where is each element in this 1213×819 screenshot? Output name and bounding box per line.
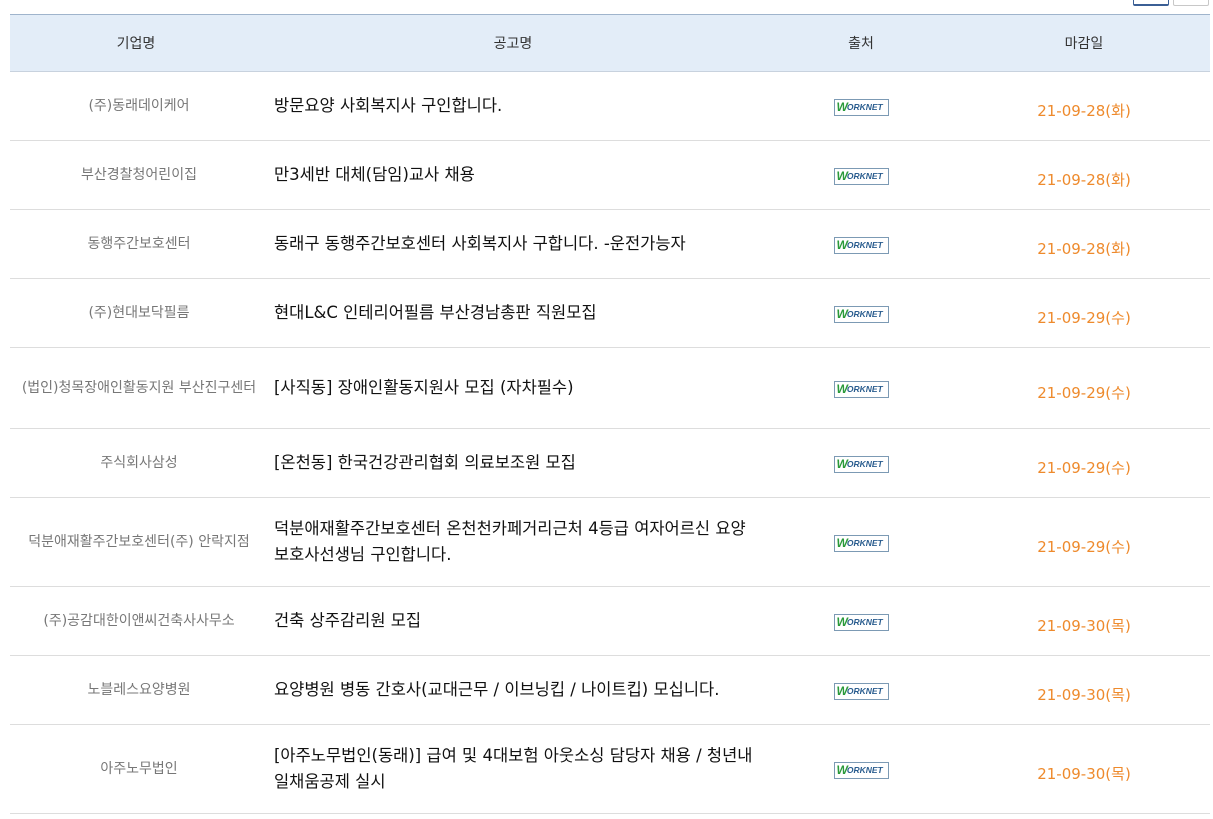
company-name: 노블레스요양병원: [10, 655, 262, 725]
worknet-logo-w: W: [836, 100, 848, 115]
job-title-cell: 덕분애재활주간보호센터 온천천카페거리근처 4등급 여자어르신 요양보호사선생님…: [262, 497, 764, 587]
worknet-logo-text: ORKNET: [846, 171, 883, 181]
job-title-cell: 동래구 동행주간보호센터 사회복지사 구합니다. -운전가능자: [262, 209, 764, 279]
company-name: 동행주간보호센터: [10, 209, 262, 279]
company-name: 아주노무법인: [10, 724, 262, 814]
view-toggle-button-grid[interactable]: [1173, 0, 1209, 6]
source-cell: W ORKNET: [764, 724, 958, 814]
job-listing-table: 기업명 공고명 출처 마감일 (주)동래데이케어 방문요양 사회복지사 구인합니다…: [10, 14, 1210, 814]
job-title-link[interactable]: [온천동] 한국건강관리협회 의료보조원 모집: [274, 453, 576, 472]
worknet-logo-text: ORKNET: [846, 538, 883, 548]
job-title-cell: 방문요양 사회복지사 구인합니다.: [262, 71, 764, 141]
deadline-date: 21-09-28(화): [958, 209, 1210, 279]
job-title-link[interactable]: 현대L&C 인테리어필름 부산경남총판 직원모집: [274, 303, 597, 322]
deadline-date: 21-09-30(목): [958, 724, 1210, 814]
job-title-link[interactable]: [사직동] 장애인활동지원사 모집 (자차필수): [274, 378, 574, 397]
job-title-link[interactable]: 덕분애재활주간보호센터 온천천카페거리근처 4등급 여자어르신 요양보호사선생님…: [274, 519, 746, 564]
source-cell: W ORKNET: [764, 655, 958, 725]
company-name: 주식회사삼성: [10, 428, 262, 498]
job-title-cell: [온천동] 한국건강관리협회 의료보조원 모집: [262, 428, 764, 498]
worknet-logo-icon[interactable]: W ORKNET: [833, 761, 889, 779]
worknet-logo-icon[interactable]: W ORKNET: [833, 380, 889, 398]
deadline-date: 21-09-30(목): [958, 655, 1210, 725]
deadline-date: 21-09-29(수): [958, 497, 1210, 587]
column-header-deadline: 마감일: [958, 14, 1210, 72]
job-title-cell: [아주노무법인(동래)] 급여 및 4대보험 아웃소싱 담당자 채용 / 청년내…: [262, 724, 764, 814]
company-name: (주)현대보닥필름: [10, 278, 262, 348]
worknet-logo-text: ORKNET: [846, 765, 883, 775]
worknet-logo-text: ORKNET: [846, 309, 883, 319]
deadline-date: 21-09-28(화): [958, 71, 1210, 141]
job-title-cell: 현대L&C 인테리어필름 부산경남총판 직원모집: [262, 278, 764, 348]
table-row: 부산경찰청어린이집 만3세반 대체(담임)교사 채용 W ORKNET 21-09-28…: [10, 140, 1210, 210]
worknet-logo-icon[interactable]: W ORKNET: [833, 613, 889, 631]
source-cell: W ORKNET: [764, 586, 958, 656]
top-pagination: [1133, 0, 1209, 6]
source-cell: W ORKNET: [764, 278, 958, 348]
table-row: (주)현대보닥필름 현대L&C 인테리어필름 부산경남총판 직원모집 W ORKNET…: [10, 278, 1210, 348]
column-header-company: 기업명: [10, 14, 262, 72]
deadline-date: 21-09-29(수): [958, 278, 1210, 348]
source-cell: W ORKNET: [764, 209, 958, 279]
worknet-logo-icon[interactable]: W ORKNET: [833, 682, 889, 700]
worknet-logo-w: W: [836, 169, 848, 184]
job-title-link[interactable]: [아주노무법인(동래)] 급여 및 4대보험 아웃소싱 담당자 채용 / 청년내…: [274, 746, 752, 791]
job-title-link[interactable]: 만3세반 대체(담임)교사 채용: [274, 165, 475, 184]
deadline-date: 21-09-29(수): [958, 347, 1210, 429]
worknet-logo-w: W: [836, 307, 848, 322]
worknet-logo-w: W: [836, 684, 848, 699]
source-cell: W ORKNET: [764, 347, 958, 429]
job-title-cell: [사직동] 장애인활동지원사 모집 (자차필수): [262, 347, 764, 429]
job-title-link[interactable]: 동래구 동행주간보호센터 사회복지사 구합니다. -운전가능자: [274, 234, 686, 253]
table-row: 동행주간보호센터 동래구 동행주간보호센터 사회복지사 구합니다. -운전가능자 W…: [10, 209, 1210, 279]
table-row: 덕분애재활주간보호센터(주) 안락지점 덕분애재활주간보호센터 온천천카페거리근처…: [10, 497, 1210, 587]
table-row: 아주노무법인 [아주노무법인(동래)] 급여 및 4대보험 아웃소싱 담당자 채용…: [10, 724, 1210, 814]
source-cell: W ORKNET: [764, 497, 958, 587]
company-name: 부산경찰청어린이집: [10, 140, 262, 210]
worknet-logo-icon[interactable]: W ORKNET: [833, 167, 889, 185]
worknet-logo-text: ORKNET: [846, 617, 883, 627]
worknet-logo-icon[interactable]: W ORKNET: [833, 305, 889, 323]
worknet-logo-icon[interactable]: W ORKNET: [833, 455, 889, 473]
job-title-cell: 만3세반 대체(담임)교사 채용: [262, 140, 764, 210]
job-title-cell: 요양병원 병동 간호사(교대근무 / 이브닝킵 / 나이트킵) 모십니다.: [262, 655, 764, 725]
table-row: (주)동래데이케어 방문요양 사회복지사 구인합니다. W ORKNET 21-09-2…: [10, 71, 1210, 141]
worknet-logo-icon[interactable]: W ORKNET: [833, 236, 889, 254]
worknet-logo-w: W: [836, 763, 848, 778]
worknet-logo-icon[interactable]: W ORKNET: [833, 98, 889, 116]
worknet-logo-w: W: [836, 238, 848, 253]
deadline-date: 21-09-30(목): [958, 586, 1210, 656]
worknet-logo-text: ORKNET: [846, 686, 883, 696]
column-header-source: 출처: [764, 14, 958, 72]
company-name: (주)동래데이케어: [10, 71, 262, 141]
worknet-logo-w: W: [836, 536, 848, 551]
job-title-link[interactable]: 요양병원 병동 간호사(교대근무 / 이브닝킵 / 나이트킵) 모십니다.: [274, 680, 719, 699]
source-cell: W ORKNET: [764, 71, 958, 141]
worknet-logo-w: W: [836, 382, 848, 397]
source-cell: W ORKNET: [764, 140, 958, 210]
source-cell: W ORKNET: [764, 428, 958, 498]
worknet-logo-text: ORKNET: [846, 102, 883, 112]
table-row: 주식회사삼성 [온천동] 한국건강관리협회 의료보조원 모집 W ORKNET 21-0…: [10, 428, 1210, 498]
table-header-row: 기업명 공고명 출처 마감일: [10, 14, 1210, 72]
deadline-date: 21-09-29(수): [958, 428, 1210, 498]
worknet-logo-icon[interactable]: W ORKNET: [833, 534, 889, 552]
table-row: (주)공감대한이앤씨건축사사무소 건축 상주감리원 모집 W ORKNET 21-09-…: [10, 586, 1210, 656]
job-title-link[interactable]: 건축 상주감리원 모집: [274, 611, 421, 630]
worknet-logo-w: W: [836, 615, 848, 630]
view-toggle-button-list[interactable]: [1133, 0, 1169, 6]
worknet-logo-text: ORKNET: [846, 240, 883, 250]
worknet-logo-w: W: [836, 457, 848, 472]
company-name: 덕분애재활주간보호센터(주) 안락지점: [10, 497, 262, 587]
job-title-cell: 건축 상주감리원 모집: [262, 586, 764, 656]
column-header-title: 공고명: [262, 14, 764, 72]
worknet-logo-text: ORKNET: [846, 459, 883, 469]
company-name: (주)공감대한이앤씨건축사사무소: [10, 586, 262, 656]
table-row: (법인)청목장애인활동지원 부산진구센터 [사직동] 장애인활동지원사 모집 (자…: [10, 347, 1210, 429]
worknet-logo-text: ORKNET: [846, 384, 883, 394]
deadline-date: 21-09-28(화): [958, 140, 1210, 210]
table-row: 노블레스요양병원 요양병원 병동 간호사(교대근무 / 이브닝킵 / 나이트킵) …: [10, 655, 1210, 725]
job-title-link[interactable]: 방문요양 사회복지사 구인합니다.: [274, 96, 502, 115]
company-name: (법인)청목장애인활동지원 부산진구센터: [10, 347, 262, 429]
